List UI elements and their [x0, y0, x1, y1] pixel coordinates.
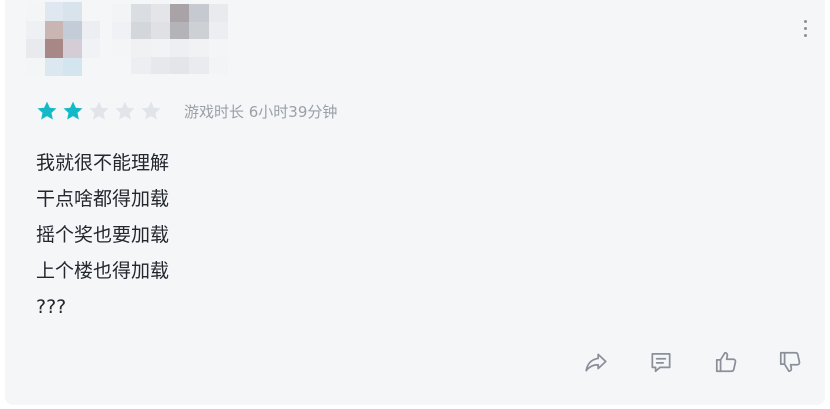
review-line: 我就很不能理解 [36, 152, 170, 174]
review-line: 摇个奖也要加载 [36, 224, 170, 246]
star-filled-icon [36, 100, 58, 122]
star-rating [36, 100, 162, 122]
thumbs-up-icon [715, 351, 737, 373]
star-filled-icon [62, 100, 84, 122]
comment-icon [651, 353, 671, 373]
share-button[interactable] [581, 347, 611, 377]
avatar[interactable] [26, 2, 100, 76]
rating-row: 游戏时长 6小时39分钟 [36, 98, 337, 124]
star-empty-icon [140, 100, 162, 122]
share-icon [585, 353, 607, 372]
comment-button[interactable] [646, 347, 676, 377]
like-button[interactable] [711, 347, 741, 377]
star-empty-icon [88, 100, 110, 122]
review-line: ??? [36, 296, 67, 318]
star-empty-icon [114, 100, 136, 122]
username[interactable] [112, 4, 228, 74]
more-options-button[interactable] [797, 14, 813, 42]
review-text: 我就很不能理解 干点啥都得加载 摇个奖也要加载 上个楼也得加载??? [36, 145, 169, 325]
playtime-label: 游戏时长 6小时39分钟 [184, 102, 338, 121]
more-vertical-icon [803, 19, 807, 23]
review-line: 上个楼也得加载 [36, 260, 170, 282]
action-bar [5, 347, 825, 377]
thumbs-down-icon [779, 351, 801, 373]
review-card: 游戏时长 6小时39分钟 我就很不能理解 干点啥都得加载 摇个奖也要加载 上个楼也得加… [5, 0, 825, 405]
dislike-button[interactable] [775, 347, 805, 377]
review-line: 干点啥都得加载 [36, 188, 170, 210]
